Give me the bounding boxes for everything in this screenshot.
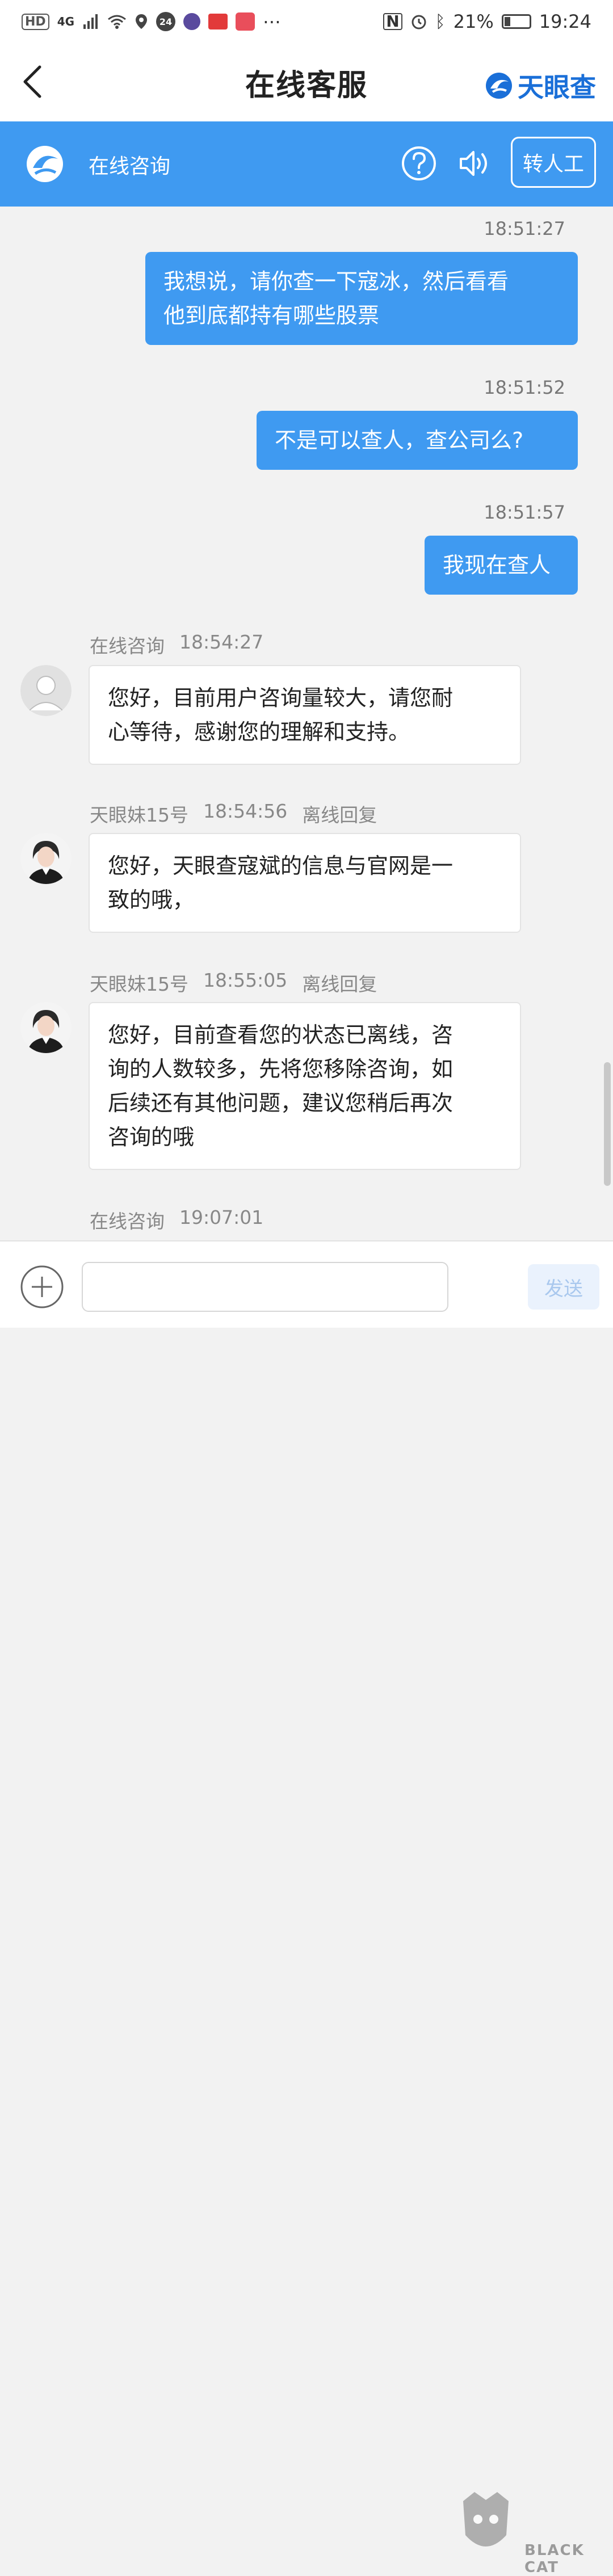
cat-logo-icon <box>463 2492 509 2546</box>
chat-scrollbar[interactable] <box>604 1062 611 1186</box>
message-time: 18:51:27 <box>484 218 565 239</box>
message-text-line: 他到底都持有哪些股票 <box>163 303 380 328</box>
blackcat-watermark: BLACK CAT <box>457 2490 611 2576</box>
message-meta: 在线咨询 18:54:27 <box>90 631 263 658</box>
incoming-message-bubble[interactable]: 您好，目前查看您的状态已离线，咨 询的人数较多，先将您移除咨询，如 后续还有其他… <box>89 1002 521 1170</box>
brand-logo: 天眼查 <box>485 67 596 104</box>
battery-percent: 21% <box>453 11 494 32</box>
message-text-line: 后续还有其他问题，建议您稍后再次 <box>108 1091 454 1116</box>
incoming-message-bubble[interactable]: 您好，目前用户咨询量较大，请您耐 心等待，感谢您的理解和支持。 <box>89 665 521 765</box>
message-time: 19:07:01 <box>179 1206 264 1228</box>
network-type: 4G <box>57 15 75 28</box>
pink-app-icon <box>236 12 255 31</box>
sender-name: 在线咨询 <box>90 635 165 657</box>
message-input[interactable] <box>82 1262 448 1312</box>
message-text-line: 咨询的哦 <box>108 1125 195 1150</box>
outgoing-message-bubble[interactable]: 不是可以查人，查公司么? <box>257 411 578 470</box>
add-attachment-icon[interactable] <box>19 1264 65 1310</box>
red-app-icon <box>208 14 228 30</box>
status-bar: HD 4G 24 ⋯ N ᛒ 21% 19:24 <box>0 0 613 43</box>
sender-name: 在线咨询 <box>90 1210 165 1232</box>
default-avatar-icon[interactable] <box>20 665 72 716</box>
status-right: N ᛒ 21% 19:24 <box>383 11 591 32</box>
outgoing-message-bubble[interactable]: 我想说，请你查一下寇冰，然后看看 他到底都持有哪些股票 <box>145 252 578 345</box>
message-meta: 天眼妹15号 18:54:56 离线回复 <box>90 800 377 827</box>
top-nav: 在线客服 天眼查 <box>0 43 613 121</box>
offline-reply-tag: 离线回复 <box>302 973 377 995</box>
agent-avatar[interactable] <box>20 1002 72 1053</box>
message-text-line: 您好，目前查看您的状态已离线，咨 <box>108 1022 454 1047</box>
message-text-line: 我想说，请你查一下寇冰，然后看看 <box>163 269 509 294</box>
sender-name: 天眼妹15号 <box>90 973 188 995</box>
nfc-icon: N <box>383 13 402 30</box>
send-button[interactable]: 发送 <box>528 1264 599 1310</box>
location-icon <box>136 14 148 29</box>
tianyancha-logo-icon <box>486 73 512 99</box>
message-time: 18:55:05 <box>203 969 288 991</box>
message-text-line: 致的哦， <box>108 887 195 912</box>
message-text-line: 询的人数较多，先将您移除咨询，如 <box>108 1057 454 1081</box>
message-time: 18:51:52 <box>484 377 565 398</box>
outgoing-message-bubble[interactable]: 我现在查人 <box>425 536 578 595</box>
message-text-line: 我现在查人 <box>443 553 551 578</box>
watermark-text: BLACK CAT <box>524 2542 585 2576</box>
status-left: HD 4G 24 ⋯ <box>22 11 281 32</box>
page-title: 在线客服 <box>245 68 368 103</box>
clock-time: 19:24 <box>539 11 591 32</box>
message-time: 18:54:56 <box>203 800 288 822</box>
incoming-message-bubble[interactable]: 您好，天眼查寇斌的信息与官网是一 致的哦， <box>89 833 521 933</box>
agent-avatar[interactable] <box>20 833 72 884</box>
sender-name: 天眼妹15号 <box>90 804 188 826</box>
battery-icon <box>501 14 531 29</box>
signal-icon <box>83 14 98 29</box>
chat-area[interactable]: 18:51:27 我想说，请你查一下寇冰，然后看看 他到底都持有哪些股票 18:… <box>0 207 613 1240</box>
alarm-icon <box>412 15 426 30</box>
input-bar: 发送 BLACK CAT <box>0 1240 613 2576</box>
more-notifications-icon: ⋯ <box>263 11 282 32</box>
message-text-line: 心等待，感谢您的理解和支持。 <box>108 719 410 744</box>
message-meta: 天眼妹15号 18:55:05 离线回复 <box>90 969 377 996</box>
speaker-icon[interactable] <box>457 146 492 180</box>
consult-bar: 在线咨询 转人工 <box>0 121 613 207</box>
brand-name: 天眼查 <box>518 72 596 103</box>
transfer-to-human-button[interactable]: 转人工 <box>511 137 596 188</box>
message-text-line: 您好，目前用户咨询量较大，请您耐 <box>108 685 454 710</box>
app-notification-icon <box>183 13 201 30</box>
bluetooth-icon: ᛒ <box>435 11 446 32</box>
message-time: 18:54:27 <box>179 631 264 653</box>
wifi-icon <box>108 15 126 29</box>
consult-title: 在线咨询 <box>89 155 171 178</box>
back-icon[interactable] <box>17 64 51 100</box>
offline-reply-tag: 离线回复 <box>302 804 377 826</box>
message-text-line: 不是可以查人，查公司么? <box>275 428 524 453</box>
help-icon[interactable] <box>401 145 437 182</box>
hd-indicator: HD <box>22 13 49 30</box>
message-meta: 在线咨询 19:07:01 <box>90 1206 263 1234</box>
message-time: 18:51:57 <box>484 502 565 523</box>
time-badge-icon: 24 <box>156 12 176 31</box>
consult-logo-icon <box>27 146 63 182</box>
message-text-line: 您好，天眼查寇斌的信息与官网是一 <box>108 853 454 878</box>
